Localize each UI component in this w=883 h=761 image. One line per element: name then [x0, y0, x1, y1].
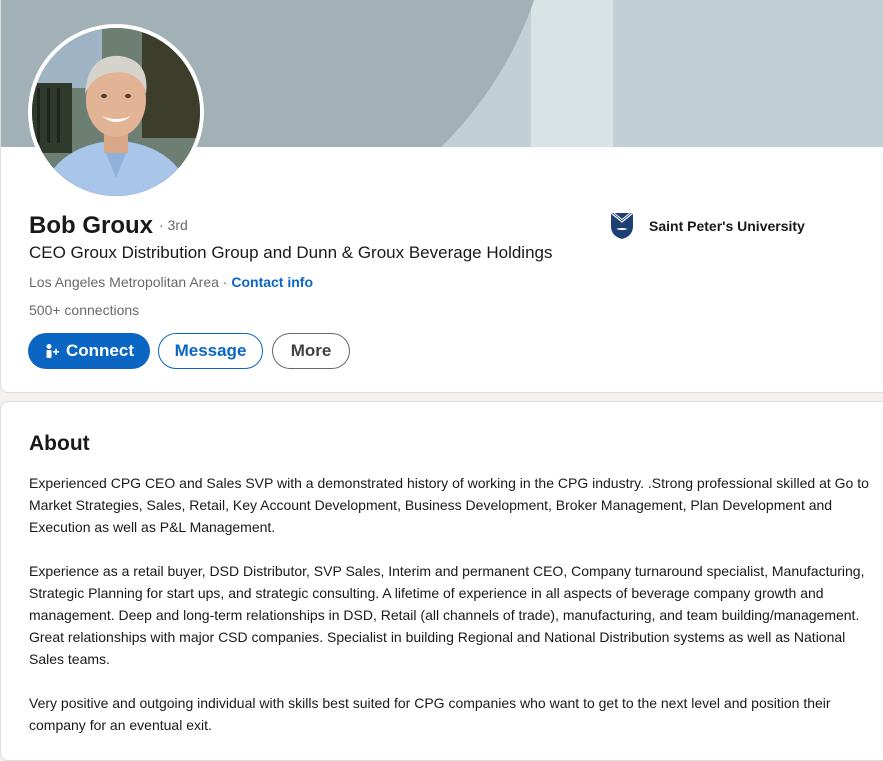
- connect-button[interactable]: Connect: [28, 333, 150, 369]
- education-label: Saint Peter's University: [649, 218, 805, 234]
- avatar[interactable]: [28, 24, 204, 200]
- cover-band: [531, 0, 613, 147]
- connections-count: 500+ connections: [29, 302, 140, 318]
- about-title: About: [29, 432, 90, 455]
- contact-info-link[interactable]: Contact info: [231, 274, 313, 290]
- profile-card: Bob Groux · 3rd CEO Groux Distribution G…: [0, 0, 883, 393]
- education-item[interactable]: Saint Peter's University: [610, 212, 805, 240]
- about-paragraph: Very positive and outgoing individual wi…: [29, 695, 831, 733]
- about-paragraph: Experience as a retail buyer, DSD Distri…: [29, 563, 865, 667]
- location: Los Angeles Metropolitan Area: [29, 274, 219, 290]
- more-button[interactable]: More: [272, 333, 350, 369]
- about-paragraph: Experienced CPG CEO and Sales SVP with a…: [29, 475, 869, 535]
- university-shield-icon: [610, 212, 634, 239]
- message-button[interactable]: Message: [158, 333, 263, 369]
- about-text: Experienced CPG CEO and Sales SVP with a…: [29, 472, 869, 758]
- avatar-photo: [32, 28, 200, 196]
- connection-degree: · 3rd: [159, 217, 188, 233]
- add-person-icon: [44, 343, 60, 359]
- location-line: Los Angeles Metropolitan Area · Contact …: [29, 274, 313, 290]
- separator: ·: [218, 274, 232, 290]
- about-card: About Experienced CPG CEO and Sales SVP …: [0, 401, 883, 761]
- profile-headline: CEO Groux Distribution Group and Dunn & …: [29, 243, 553, 262]
- connect-label: Connect: [66, 341, 134, 360]
- profile-name: Bob Groux: [29, 212, 153, 239]
